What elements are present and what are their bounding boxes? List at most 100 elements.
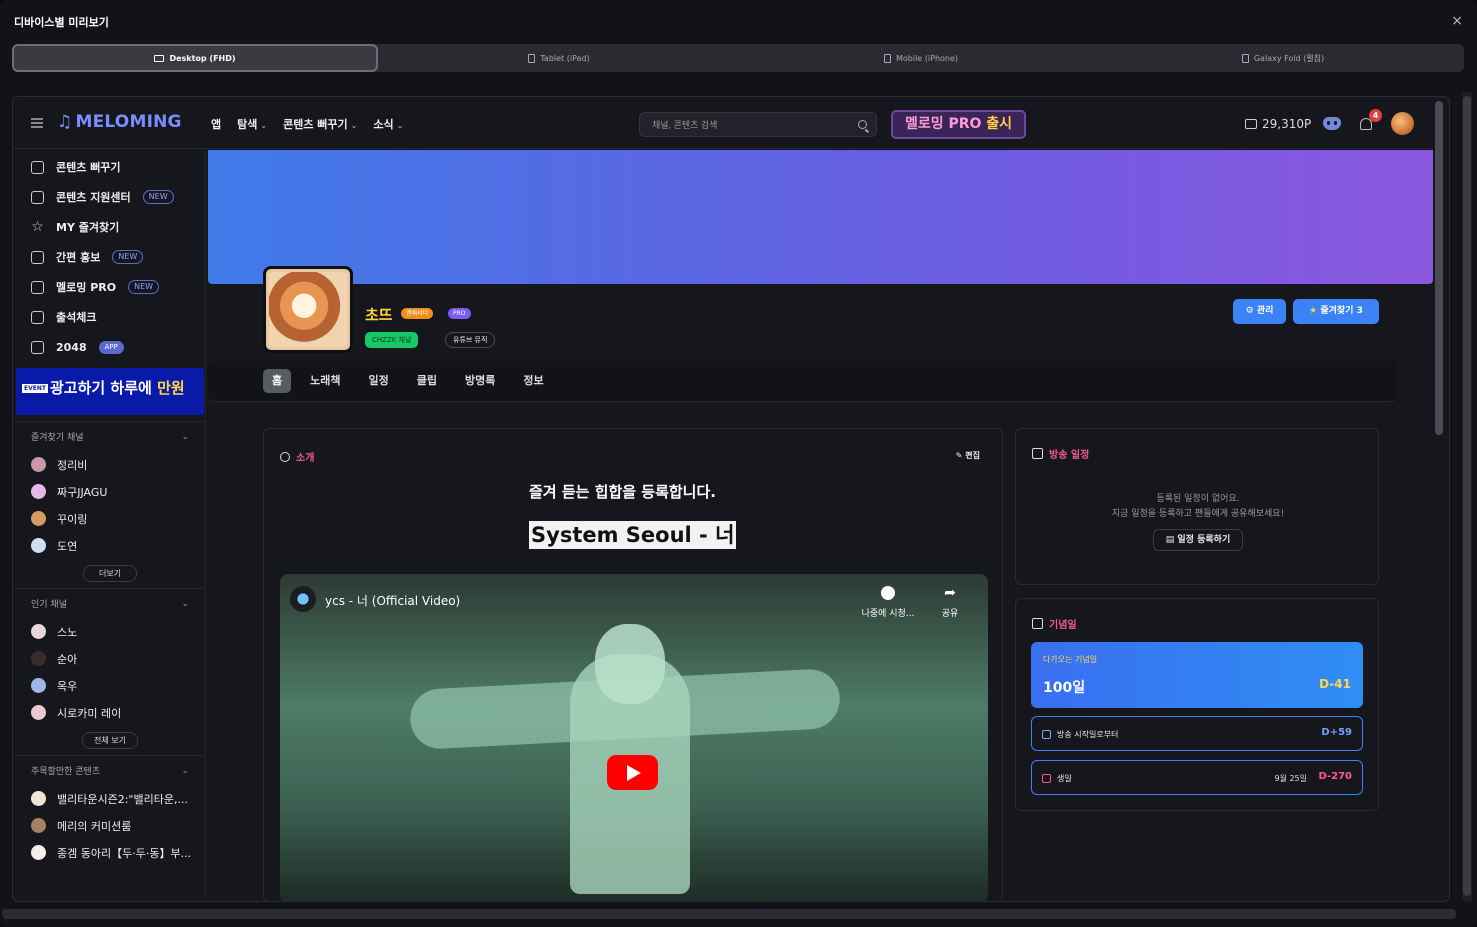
profile-image (263, 266, 353, 353)
content-item[interactable]: 밸리타운시즌2:"밸리타운,... (15, 785, 205, 812)
favorite-button[interactable]: ★ 즐겨찾기 3 (1293, 299, 1379, 324)
search-input[interactable] (640, 113, 840, 137)
sidebar-item-favorites[interactable]: ☆ MY 즐겨찾기 (15, 212, 205, 242)
menu-icon[interactable] (31, 118, 43, 128)
upcoming-dday: D-41 (1319, 677, 1351, 691)
video-title[interactable]: ycs - 너 (Official Video) (325, 592, 460, 609)
rocket-icon (31, 160, 44, 174)
vertical-scrollbar[interactable] (1462, 92, 1472, 902)
app-badge: APP (98, 340, 124, 354)
inner-scrollbar[interactable] (1435, 101, 1443, 435)
nav-explore[interactable]: 탐색 ⌄ (237, 116, 267, 132)
since-start-label: 방송 시작일로부터 (1042, 729, 1118, 740)
search-icon[interactable] (858, 120, 867, 129)
music-note-icon: ♫ (57, 112, 73, 132)
fav-channels-header[interactable]: 즐겨찾기 채널 ⌄ (15, 421, 205, 451)
calendar-icon (1032, 448, 1043, 459)
device-tabbar: Desktop (FHD) Tablet (iPad) Mobile (iPho… (12, 44, 1464, 72)
site-logo[interactable]: ♫ MELOMING (57, 112, 182, 132)
nav-content[interactable]: 콘텐츠 뻐꾸기 ⌄ (283, 116, 357, 132)
channel-item[interactable]: 짜구JJAGU (15, 478, 205, 505)
sidebar-item-support[interactable]: 콘텐츠 지원센터 NEW (15, 182, 205, 212)
channel-name: 초뜨 (365, 306, 393, 324)
anniversary-title: 기념일 (1032, 616, 1077, 631)
cake-icon (1042, 774, 1051, 783)
youtube-music-link[interactable]: 유튜브 뮤직 (445, 332, 496, 348)
intro-card: 소개 ✎ 편집 즐겨 듣는 힙합을 등록합니다. System Seoul - … (263, 428, 1003, 901)
notable-content-header[interactable]: 주목할만한 콘텐츠 ⌄ (15, 755, 205, 785)
ambassador-badge: 앰배서더 (401, 308, 434, 319)
tab-mobile[interactable]: Mobile (iPhone) (740, 44, 1102, 72)
channel-item[interactable]: 꾸이링 (15, 505, 205, 532)
channel-item[interactable]: 옥우 (15, 672, 205, 699)
gear-icon: ⚙ (1245, 306, 1257, 316)
tab-guestbook[interactable]: 방명록 (456, 369, 504, 393)
chevron-down-icon: ⌄ (396, 121, 404, 130)
ad-headline: 광고하기 하루에 만원 (50, 379, 185, 397)
schedule-title: 방송 일정 (1032, 446, 1089, 461)
avatar (31, 624, 46, 639)
avatar (31, 791, 46, 806)
profile-illustration (269, 272, 347, 347)
youtube-embed[interactable]: ycs - 너 (Official Video) 나중에 시청... ➦ 공유 (280, 574, 988, 901)
ad-banner[interactable]: EVENT 광고하기 하루에 만원 (16, 368, 204, 415)
content-item[interactable]: 메리의 커미션룸 (15, 812, 205, 839)
sidebar-item-2048[interactable]: 2048 APP (15, 332, 205, 362)
avatar (31, 678, 46, 693)
tab-clips[interactable]: 클립 (408, 369, 446, 393)
tab-songbook[interactable]: 노래책 (301, 369, 349, 393)
watch-later-button[interactable]: 나중에 시청... (858, 586, 918, 619)
channel-item[interactable]: 도연 (15, 532, 205, 559)
chevron-down-icon: ⌄ (181, 598, 189, 609)
nav-news[interactable]: 소식 ⌄ (373, 116, 403, 132)
content-item[interactable]: 종겜 동아리【두·두·동】부... (15, 839, 205, 866)
phone-icon (883, 53, 891, 63)
register-schedule-button[interactable]: ▤ 일정 등록하기 (1153, 529, 1243, 551)
sidebar-item-pro[interactable]: 멜로밍 PRO NEW (15, 272, 205, 302)
upcoming-name: 100일 (1043, 680, 1086, 696)
star-icon: ☆ (31, 218, 44, 235)
dialog-header: 디바이스별 미리보기 × (0, 0, 1477, 44)
tab-galaxy-fold[interactable]: Galaxy Fold (펼침) (1102, 44, 1464, 72)
avatar (31, 818, 46, 833)
user-avatar[interactable] (1391, 112, 1414, 135)
more-button[interactable]: 더보기 (83, 565, 137, 582)
schedule-empty-hint: 지금 일정을 등록하고 팬들에게 공유해보세요! (1111, 509, 1285, 519)
nav-app[interactable]: 앱 (211, 116, 221, 132)
birthday-dday: D-270 (1318, 771, 1352, 782)
main-nav: 앱 탐색 ⌄ 콘텐츠 뻐꾸기 ⌄ 소식 ⌄ (211, 116, 403, 132)
avatar (31, 651, 46, 666)
sidebar-item-attendance[interactable]: 출석체크 (15, 302, 205, 332)
channel-avatar[interactable] (290, 586, 316, 612)
channel-item[interactable]: 순아 (15, 645, 205, 672)
tab-desktop[interactable]: Desktop (FHD) (12, 44, 378, 72)
discord-icon[interactable] (1323, 117, 1341, 130)
chevron-down-icon: ⌄ (350, 121, 358, 130)
pro-launch-banner[interactable]: 멜로밍 PRO 출시 (891, 110, 1026, 139)
channel-item[interactable]: 정리비 (15, 451, 205, 478)
pencil-icon: ✎ (955, 451, 966, 460)
tab-schedule[interactable]: 일정 (360, 369, 398, 393)
manage-button[interactable]: ⚙ 관리 (1233, 299, 1286, 324)
sidebar-item-promo[interactable]: 간편 홍보 NEW (15, 242, 205, 272)
wallet-icon (1245, 119, 1257, 129)
close-icon[interactable]: × (1451, 14, 1463, 28)
edit-button[interactable]: ✎ 편집 (956, 450, 980, 461)
channel-item[interactable]: 스노 (15, 618, 205, 645)
channel-item[interactable]: 시로카미 레이 (15, 699, 205, 726)
points-display[interactable]: 29,310P (1245, 117, 1311, 131)
horizontal-scrollbar[interactable] (2, 909, 1456, 919)
clock-icon (881, 586, 895, 600)
dialog-title: 디바이스별 미리보기 (14, 16, 109, 29)
popular-channels-header[interactable]: 인기 채널 ⌄ (15, 588, 205, 618)
chzzk-link[interactable]: CHZZK 채널 (365, 332, 419, 348)
sidebar-item-content-cuckoo[interactable]: 콘텐츠 뻐꾸기 (15, 152, 205, 182)
tab-tablet[interactable]: Tablet (iPad) (378, 44, 740, 72)
share-button[interactable]: ➦ 공유 (935, 586, 965, 619)
tab-info[interactable]: 정보 (514, 369, 552, 393)
calendar-icon (31, 310, 44, 324)
view-all-button[interactable]: 전체 보기 (82, 732, 138, 749)
scroll-thumb[interactable] (1463, 96, 1471, 896)
tab-home[interactable]: 홈 (263, 369, 292, 393)
play-icon[interactable] (607, 755, 658, 790)
